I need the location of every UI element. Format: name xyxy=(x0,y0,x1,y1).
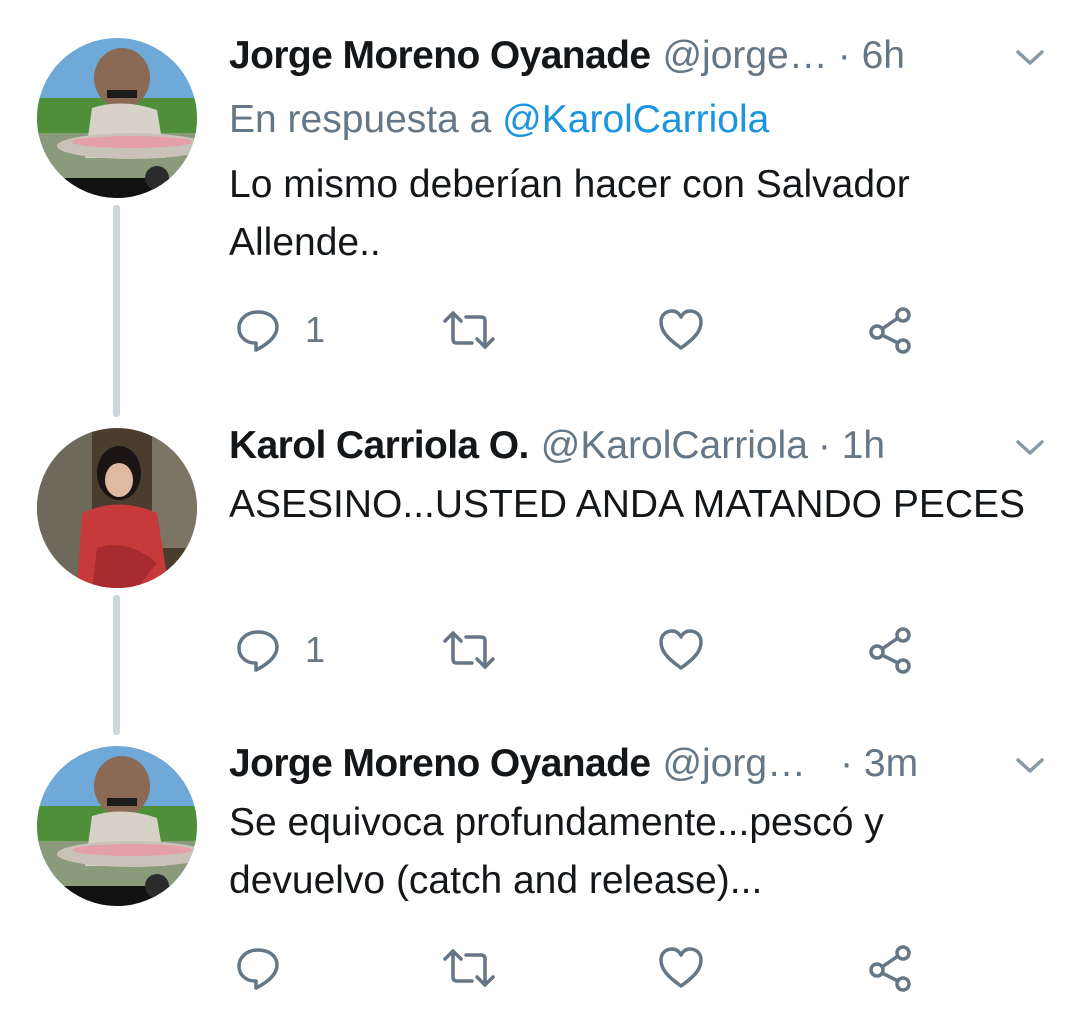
reply-icon xyxy=(237,948,279,990)
retweet-button[interactable] xyxy=(442,938,496,998)
author-name[interactable]: Jorge Moreno Oyanade xyxy=(229,736,651,792)
author-handle[interactable]: @jorge… xyxy=(662,28,827,84)
chevron-down-icon[interactable] xyxy=(1010,430,1050,462)
retweet-icon xyxy=(443,631,495,669)
avatar[interactable] xyxy=(37,428,197,588)
reply-mention-link[interactable]: @KarolCarriola xyxy=(502,98,769,141)
like-icon xyxy=(659,947,703,988)
tweet-header: Jorge Moreno Oyanade @jorge… · 6h xyxy=(229,28,1009,84)
tweet-actions xyxy=(229,938,969,998)
author-handle[interactable]: @jorg… xyxy=(662,736,806,792)
chevron-down-icon[interactable] xyxy=(1010,748,1050,780)
like-icon xyxy=(659,309,703,350)
tweet-time[interactable]: · 3m xyxy=(840,736,918,792)
fisherman-avatar-image xyxy=(37,746,197,906)
reply-context: En respuesta a @KarolCarriola xyxy=(229,92,769,148)
reply-prefix: En respuesta a xyxy=(229,98,503,141)
reply-icon xyxy=(237,310,279,352)
tweet-text: ASESINO...USTED ANDA MATANDO PECES xyxy=(229,483,1026,526)
tweet-time[interactable]: · 1h xyxy=(818,418,885,474)
fisherman-avatar-image xyxy=(37,38,197,198)
tweet-header: Karol Carriola O. @KarolCarriola · 1h xyxy=(229,418,1009,474)
reply-button[interactable] xyxy=(235,938,305,998)
avatar[interactable] xyxy=(37,746,197,906)
author-handle[interactable]: @KarolCarriola xyxy=(541,418,808,474)
tweet-actions: 1 xyxy=(229,620,969,680)
share-icon xyxy=(869,307,911,354)
share-button[interactable] xyxy=(867,938,915,998)
tweet-actions: 1 xyxy=(229,300,969,360)
like-button[interactable] xyxy=(657,300,705,360)
share-button[interactable] xyxy=(867,300,915,360)
author-name[interactable]: Jorge Moreno Oyanade xyxy=(229,28,651,84)
reply-icon xyxy=(237,630,279,672)
tweet[interactable]: Jorge Moreno Oyanade @jorg… · 3m Se equi… xyxy=(0,736,1080,1016)
reply-button[interactable]: 1 xyxy=(235,620,325,680)
like-icon xyxy=(659,629,703,670)
reply-button[interactable]: 1 xyxy=(235,300,325,360)
tweet[interactable]: Jorge Moreno Oyanade @jorge… · 6h En res… xyxy=(0,28,1080,358)
woman-avatar-image xyxy=(37,428,197,588)
author-name[interactable]: Karol Carriola O. xyxy=(229,418,529,474)
retweet-button[interactable] xyxy=(442,620,496,680)
retweet-icon xyxy=(443,949,495,987)
tweet[interactable]: Karol Carriola O. @KarolCarriola · 1h AS… xyxy=(0,418,1080,688)
chevron-down-icon[interactable] xyxy=(1010,40,1050,72)
retweet-icon xyxy=(443,311,495,349)
share-icon xyxy=(869,627,911,674)
conversation-thread: Jorge Moreno Oyanade @jorge… · 6h En res… xyxy=(0,0,1080,1026)
like-button[interactable] xyxy=(657,938,705,998)
tweet-time[interactable]: · 6h xyxy=(838,28,905,84)
share-icon xyxy=(869,945,911,992)
tweet-text: Se equivoca profundamente...pescó y devu… xyxy=(229,801,884,902)
share-button[interactable] xyxy=(867,620,915,680)
like-button[interactable] xyxy=(657,620,705,680)
tweet-header: Jorge Moreno Oyanade @jorg… · 3m xyxy=(229,736,1009,792)
reply-count: 1 xyxy=(305,629,326,670)
reply-count: 1 xyxy=(305,309,326,350)
retweet-button[interactable] xyxy=(442,300,496,360)
tweet-text: Lo mismo deberían hacer con Salvador All… xyxy=(229,163,910,264)
avatar[interactable] xyxy=(37,38,197,198)
